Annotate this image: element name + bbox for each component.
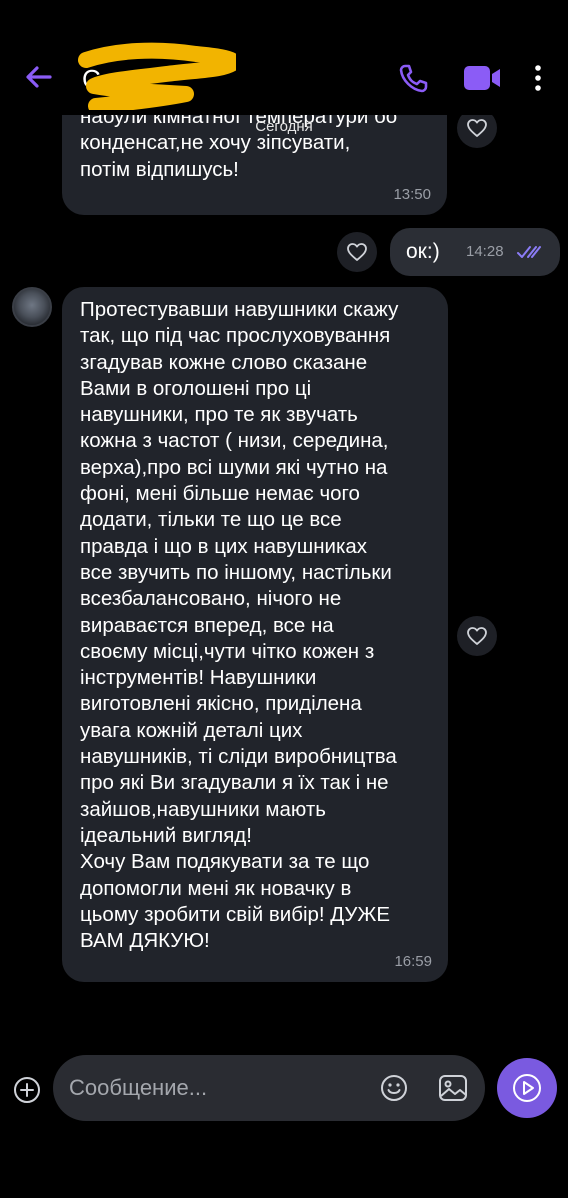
message-text: ок:) <box>406 240 440 263</box>
chat-header: С <box>0 0 568 115</box>
like-button[interactable] <box>337 232 377 272</box>
message-text: Протестувавши навушники скажу так, що пі… <box>80 298 399 953</box>
more-options-icon[interactable] <box>528 62 548 94</box>
date-separator: Сегодня <box>255 118 313 135</box>
gallery-icon[interactable] <box>437 1073 469 1103</box>
message-incoming[interactable]: Протестувавши навушники скажу так, що пі… <box>62 287 448 982</box>
message-text: набули кімнатної температури бо конденса… <box>80 105 398 181</box>
video-call-icon[interactable] <box>462 62 502 94</box>
message-list[interactable]: Сегодня набули кімнатної температури бо … <box>0 90 568 1040</box>
message-input[interactable] <box>69 1069 369 1107</box>
message-time: 16:59 <box>394 953 432 970</box>
message-input-container[interactable] <box>53 1055 485 1121</box>
back-arrow-icon[interactable] <box>22 60 56 94</box>
message-composer <box>0 1040 568 1198</box>
call-icon[interactable] <box>398 62 430 94</box>
redaction-scribble <box>78 42 236 110</box>
read-checkmarks-icon <box>517 246 541 258</box>
send-button[interactable] <box>497 1058 557 1118</box>
send-icon <box>513 1074 541 1102</box>
add-attachment-icon[interactable] <box>12 1075 42 1105</box>
heart-icon <box>467 627 487 645</box>
like-button[interactable] <box>457 616 497 656</box>
heart-icon <box>347 243 367 261</box>
message-time: 14:28 <box>466 243 504 260</box>
message-time: 13:50 <box>393 186 431 203</box>
avatar[interactable] <box>12 287 52 327</box>
emoji-icon[interactable] <box>379 1073 409 1103</box>
message-outgoing[interactable]: ок:) 14:28 <box>390 228 560 276</box>
